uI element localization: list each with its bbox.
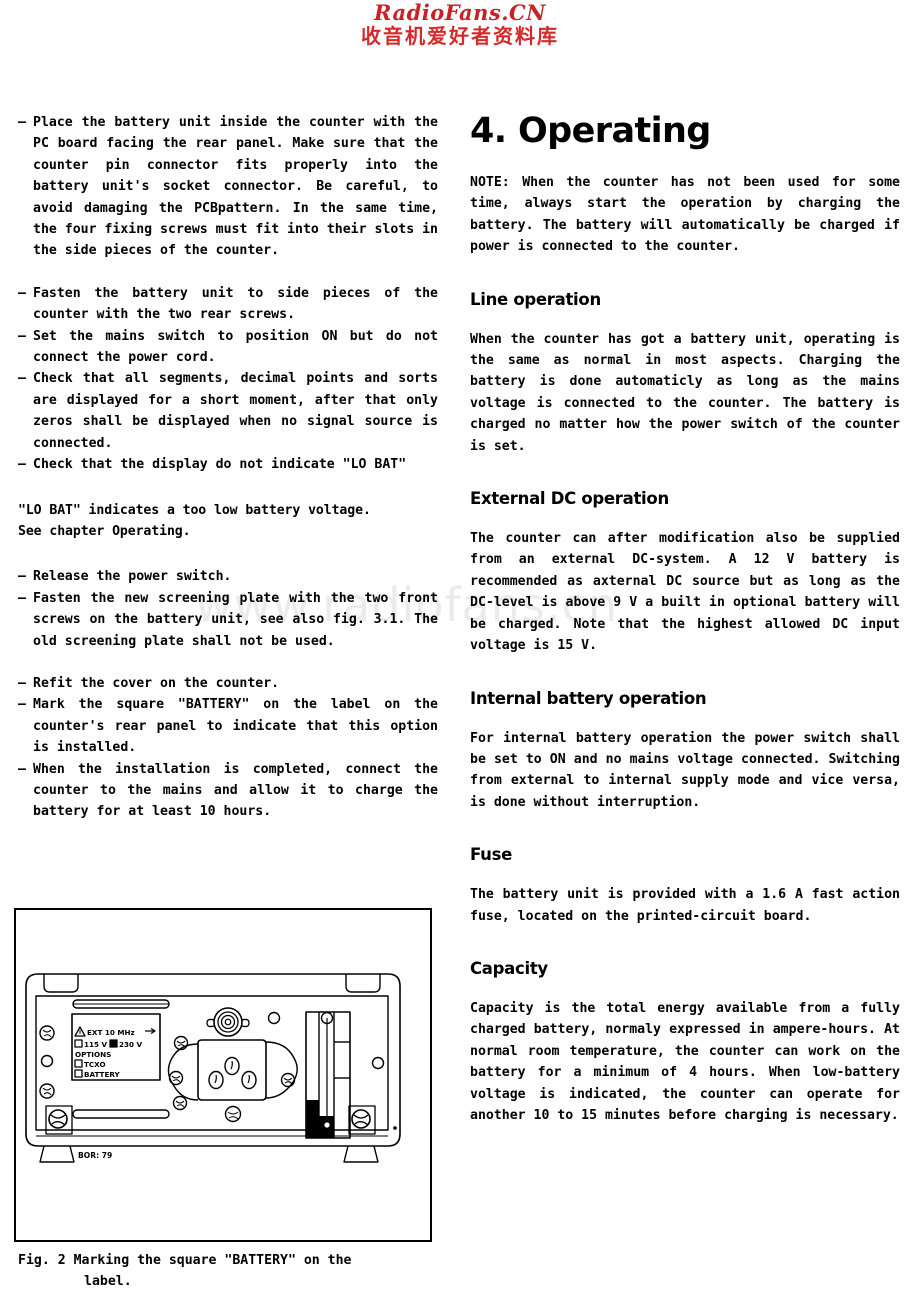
list-item: Set the mains switch to position ON but … [18, 326, 438, 369]
right-column: 4. Operating NOTE: When the counter has … [470, 112, 900, 1140]
figure-caption-line-2: label. [84, 1274, 132, 1290]
instruction-list-group-3: Release the power switch. Fasten the new… [18, 566, 438, 652]
list-item: Check that all segments, decimal points … [18, 368, 438, 454]
panel-footer-mark: BOR: 79 [78, 1151, 112, 1160]
section-body: Capacity is the total energy available f… [470, 1000, 900, 1123]
section-heading: External DC operation [470, 489, 669, 509]
section-body: When the counter has got a battery unit,… [470, 331, 900, 454]
rear-panel-drawing: EXT 10 MHz 115 V 230 V OPTIONS TCXO BATT… [25, 973, 401, 1163]
section-heading: Line operation [470, 289, 601, 309]
low-battery-note: "LO BAT" indicates a too low battery vol… [18, 500, 438, 543]
section-body: The battery unit is provided with a 1.6 … [470, 887, 900, 924]
label-tcxo: TCXO [84, 1060, 106, 1069]
section-heading: Capacity [470, 958, 548, 978]
list-item: Refit the cover on the counter. [18, 673, 438, 695]
section-heading: Internal battery operation [470, 688, 707, 708]
label-battery: BATTERY [84, 1070, 121, 1079]
panel-label-text: EXT 10 MHz 115 V 230 V OPTIONS TCXO BATT… [75, 1028, 143, 1160]
list-item: Fasten the new screening plate with the … [18, 588, 438, 652]
section-external-dc-operation: External DC operation The counter can af… [470, 489, 900, 656]
section-body: For internal battery operation the power… [470, 730, 900, 810]
instruction-list-group-4: Refit the cover on the counter. Mark the… [18, 673, 438, 823]
section-internal-battery-operation: Internal battery operation For internal … [470, 689, 900, 814]
list-item: Fasten the battery unit to side pieces o… [18, 283, 438, 326]
left-column: Place the battery unit inside the counte… [18, 112, 438, 823]
section-line-operation: Line operation When the counter has got … [470, 290, 900, 457]
page-title: 4. Operating [470, 111, 711, 151]
list-item: Mark the square "BATTERY" on the label o… [18, 694, 438, 758]
list-item: When the installation is completed, conn… [18, 759, 438, 823]
low-battery-note-line-2: See chapter Operating. [18, 523, 191, 539]
list-item: Place the battery unit inside the counte… [18, 112, 438, 262]
label-options-title: OPTIONS [75, 1050, 111, 1059]
label-230v: 230 V [119, 1040, 143, 1049]
figure-2-rear-panel: EXT 10 MHz 115 V 230 V OPTIONS TCXO BATT… [14, 908, 432, 1242]
figure-caption-line-1: Fig. 2 Marking the square "BATTERY" on t… [18, 1253, 352, 1268]
instruction-list-group-2: Fasten the battery unit to side pieces o… [18, 283, 438, 476]
section-heading: Fuse [470, 845, 513, 865]
list-item: Release the power switch. [18, 566, 438, 588]
instruction-list-group-1: Place the battery unit inside the counte… [18, 112, 438, 262]
label-115v: 115 V [84, 1040, 108, 1049]
figure-caption: Fig. 2 Marking the square "BATTERY" on t… [18, 1250, 438, 1293]
document-page: Place the battery unit inside the counte… [0, 0, 920, 1305]
section-fuse: Fuse The battery unit is provided with a… [470, 845, 900, 927]
label-ext-10mhz: EXT 10 MHz [87, 1028, 135, 1037]
section-capacity: Capacity Capacity is the total energy av… [470, 959, 900, 1126]
low-battery-note-line-1: "LO BAT" indicates a too low battery vol… [18, 502, 371, 518]
note-paragraph: NOTE: When the counter has not been used… [470, 175, 900, 255]
section-body: The counter can after modification also … [470, 531, 900, 654]
list-item: Check that the display do not indicate "… [18, 454, 438, 476]
